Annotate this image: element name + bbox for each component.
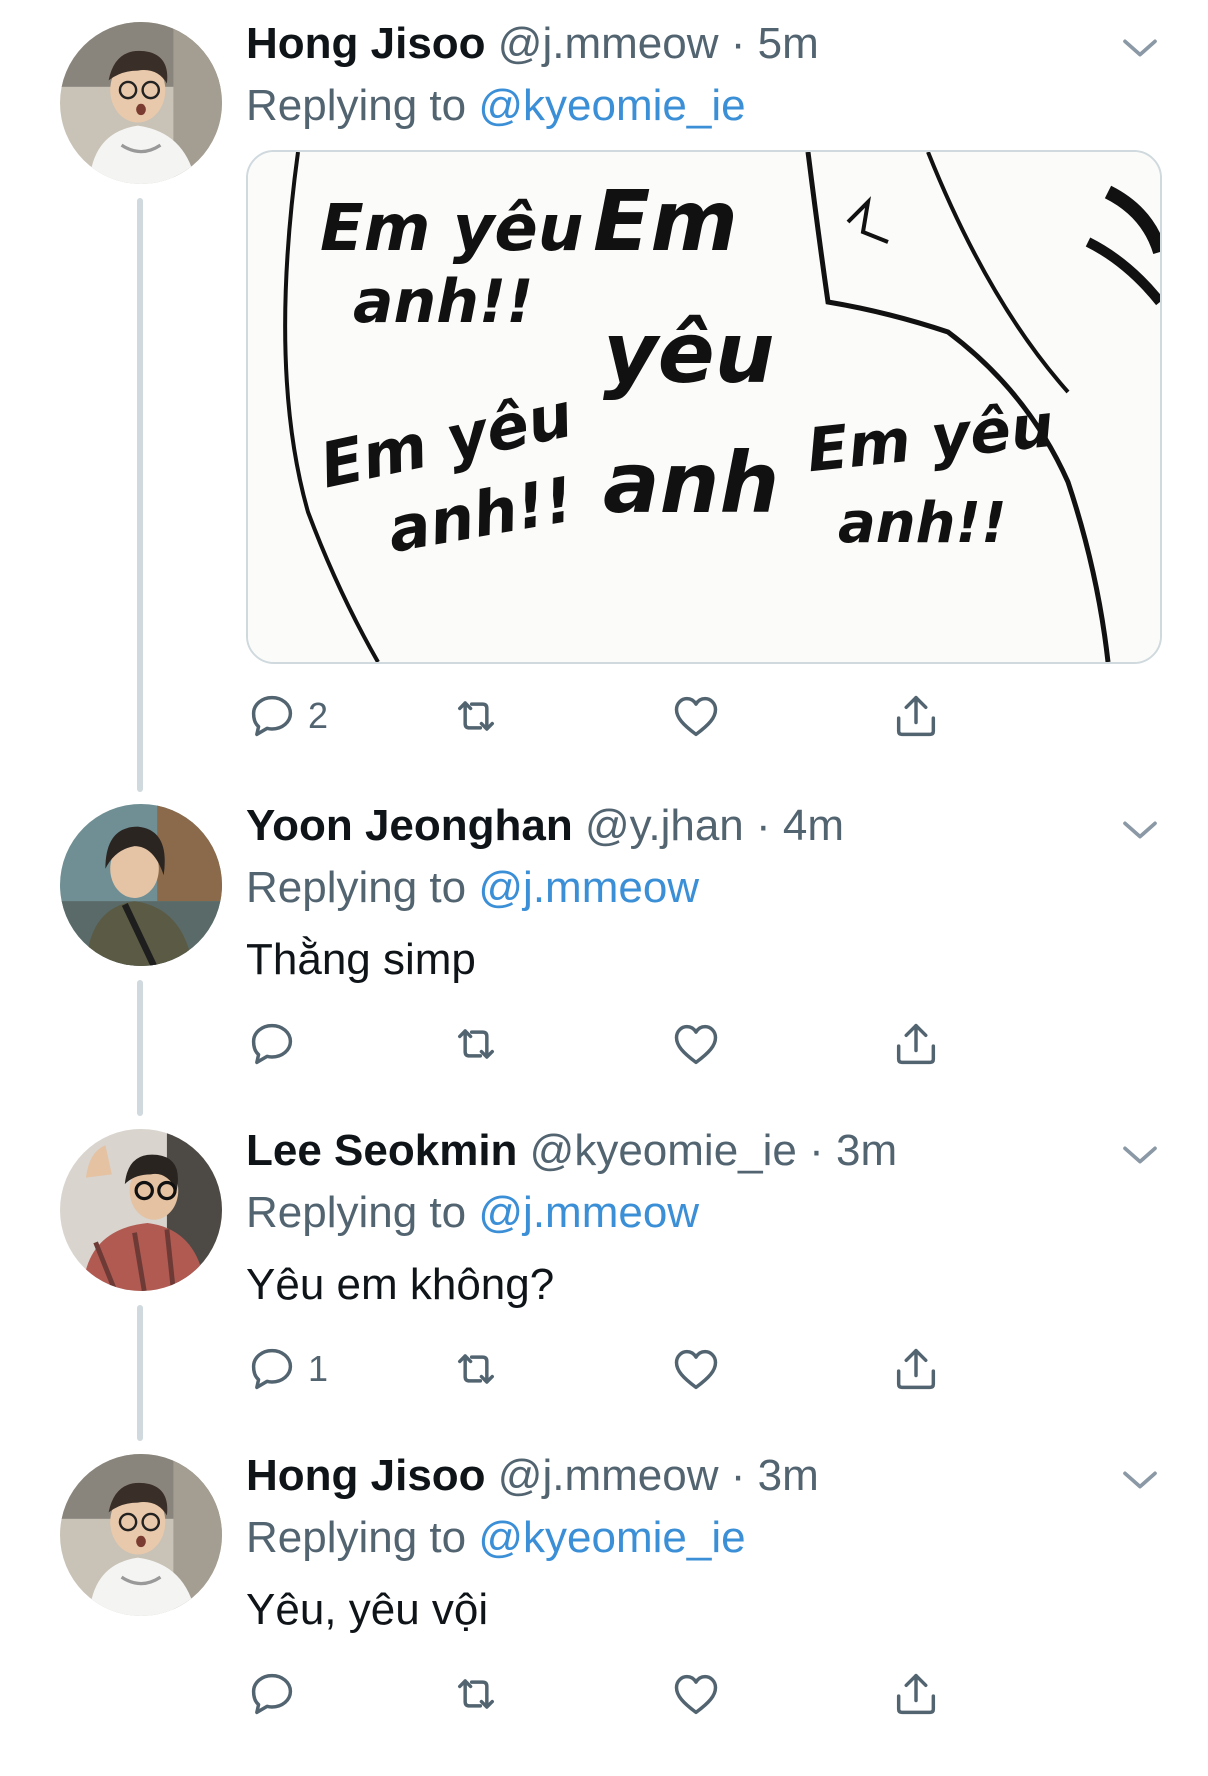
chevron-down-icon[interactable] [1120,1135,1160,1175]
tweet[interactable]: Yoon Jeonghan @y.jhan · 4m Replying to @… [0,800,1208,1080]
like-button[interactable] [670,1664,722,1724]
reply-button[interactable]: 2 [246,686,328,746]
reply-button[interactable] [246,1664,308,1724]
replying-to: Replying to @j.mmeow [246,1187,699,1239]
mention-link[interactable]: @kyeomie_ie [478,1513,745,1562]
chevron-down-icon[interactable] [1120,810,1160,850]
tweet-header: Lee Seokmin @kyeomie_ie · 3m [246,1125,897,1177]
tweet-media-image[interactable]: Em yêu anh!! Em yêu Em yêu anh!! anh Em … [246,150,1162,664]
reply-count: 1 [308,1348,329,1389]
tweet-actions: 1 [246,1339,1006,1399]
separator-dot: · [756,801,771,850]
user-handle[interactable]: @j.mmeow [498,19,719,68]
replying-to: Replying to @kyeomie_ie [246,80,746,132]
reply-icon [251,1023,293,1065]
user-handle[interactable]: @y.jhan [585,801,744,850]
media-word: Em yêu [320,192,583,266]
share-button[interactable] [890,1014,942,1074]
replying-prefix: Replying to [246,863,467,912]
manga-panel-image: Em yêu anh!! Em yêu Em yêu anh!! anh Em … [248,152,1160,662]
display-name[interactable]: Hong Jisoo [246,19,486,68]
reply-icon [251,695,293,737]
share-icon [896,1023,936,1065]
tweet-header: Hong Jisoo @j.mmeow · 3m [246,1450,819,1502]
timestamp[interactable]: 4m [783,801,844,850]
retweet-icon [458,1029,494,1059]
share-icon [896,1348,936,1390]
like-button[interactable] [670,1014,722,1074]
share-icon [896,1673,936,1715]
like-button[interactable] [670,1339,722,1399]
avatar-image [60,1454,222,1616]
media-word: anh!! [353,267,534,337]
avatar-image [60,1129,222,1291]
retweet-icon [458,1679,494,1709]
timestamp[interactable]: 3m [758,1451,819,1500]
avatar-image [60,804,222,966]
timestamp[interactable]: 5m [758,19,819,68]
reply-count: 2 [308,695,329,736]
retweet-icon [458,701,494,731]
share-button[interactable] [890,686,942,746]
heart-icon [674,1674,718,1715]
replying-to: Replying to @j.mmeow [246,862,699,914]
media-word: anh!! [838,491,1007,556]
user-handle[interactable]: @kyeomie_ie [530,1126,797,1175]
tweet-actions [246,1014,1006,1074]
replying-prefix: Replying to [246,81,467,130]
separator-dot: · [730,19,746,68]
display-name[interactable]: Hong Jisoo [246,1451,486,1500]
chevron-down-icon[interactable] [1120,1460,1160,1500]
media-word: yêu [603,304,775,402]
tweet[interactable]: Lee Seokmin @kyeomie_ie · 3m Replying to… [0,1125,1208,1405]
like-button[interactable] [670,686,722,746]
heart-icon [674,1024,718,1065]
avatar-image [60,22,222,184]
retweet-button[interactable] [450,1014,502,1074]
mention-link[interactable]: @j.mmeow [478,863,699,912]
replying-prefix: Replying to [246,1513,467,1562]
media-word: Em [593,172,738,270]
separator-dot: · [809,1126,824,1175]
tweet-text: Yêu em không? [246,1260,555,1309]
retweet-icon [458,1354,494,1384]
retweet-button[interactable] [450,1339,502,1399]
tweet-actions [246,1664,1006,1724]
display-name[interactable]: Yoon Jeonghan [246,801,573,850]
share-button[interactable] [890,1664,942,1724]
chevron-down-icon[interactable] [1120,28,1160,68]
retweet-button[interactable] [450,686,502,746]
tweet[interactable]: Hong Jisoo @j.mmeow · 5m Replying to @ky… [0,18,1208,778]
avatar[interactable] [60,1129,222,1291]
replying-prefix: Replying to [246,1188,467,1237]
mention-link[interactable]: @kyeomie_ie [478,81,745,130]
reply-icon [251,1673,293,1715]
share-icon [896,695,936,737]
replying-to: Replying to @kyeomie_ie [246,1512,746,1564]
avatar[interactable] [60,1454,222,1616]
reply-icon [251,1348,293,1390]
reply-button[interactable]: 1 [246,1339,328,1399]
avatar[interactable] [60,804,222,966]
heart-icon [674,696,718,737]
tweet[interactable]: Hong Jisoo @j.mmeow · 3m Replying to @ky… [0,1450,1208,1750]
separator-dot: · [730,1451,746,1500]
tweet-header: Yoon Jeonghan @y.jhan · 4m [246,800,844,852]
tweet-text: Yêu, yêu vội [246,1585,489,1634]
media-word: anh [603,434,779,532]
timestamp[interactable]: 3m [836,1126,897,1175]
user-handle[interactable]: @j.mmeow [498,1451,719,1500]
heart-icon [674,1349,718,1390]
mention-link[interactable]: @j.mmeow [478,1188,699,1237]
share-button[interactable] [890,1339,942,1399]
tweet-header: Hong Jisoo @j.mmeow · 5m [246,18,819,70]
tweet-text: Thằng simp [246,935,476,984]
retweet-button[interactable] [450,1664,502,1724]
display-name[interactable]: Lee Seokmin [246,1126,517,1175]
reply-button[interactable] [246,1014,308,1074]
avatar[interactable] [60,22,222,184]
tweet-actions: 2 [246,686,1006,746]
